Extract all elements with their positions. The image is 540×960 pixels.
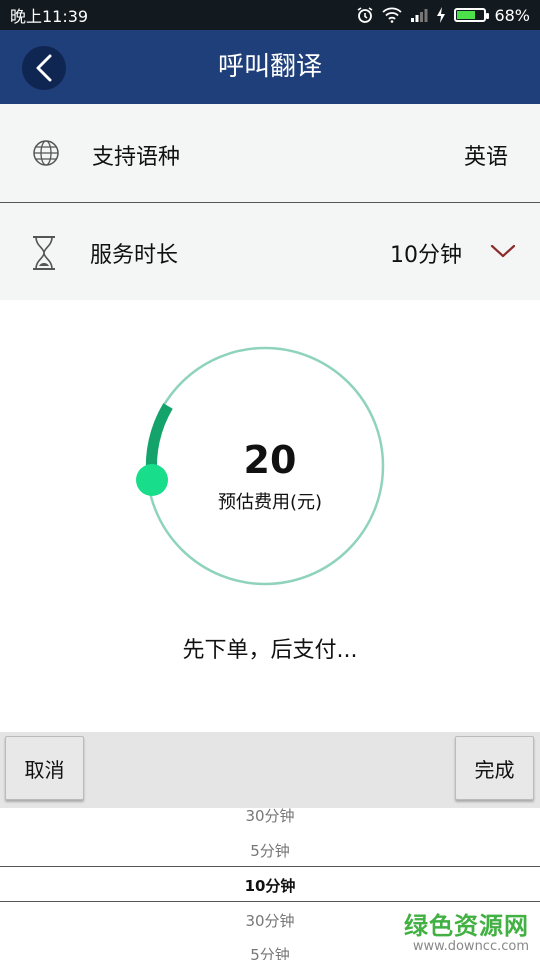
battery-percent: 68% bbox=[494, 5, 530, 25]
signal-icon bbox=[411, 9, 428, 22]
watermark-title: 绿色资源网 bbox=[404, 912, 529, 940]
duration-row[interactable]: 服务时长 10分钟 bbox=[0, 203, 540, 300]
picker-option[interactable]: 30分钟 bbox=[0, 808, 540, 826]
order-note: 先下单，后支付... bbox=[182, 638, 358, 663]
alarm-icon bbox=[357, 7, 373, 23]
done-button[interactable]: 完成 bbox=[455, 736, 534, 800]
duration-value: 10分钟 bbox=[390, 243, 462, 268]
wifi-icon bbox=[382, 7, 403, 23]
duration-label: 服务时长 bbox=[90, 243, 179, 268]
chevron-down-icon[interactable] bbox=[490, 243, 516, 259]
picker-selection-line-top bbox=[0, 866, 540, 867]
watermark-url: www.downcc.com bbox=[412, 939, 529, 954]
language-row: 支持语种 英语 bbox=[0, 104, 540, 202]
chevron-left-icon bbox=[36, 54, 52, 82]
language-value: 英语 bbox=[463, 145, 508, 170]
back-button[interactable] bbox=[22, 46, 66, 90]
cancel-button[interactable]: 取消 bbox=[5, 736, 84, 800]
battery-icon bbox=[454, 8, 490, 22]
estimated-fee-label: 预估费用(元) bbox=[217, 492, 323, 513]
charging-icon bbox=[437, 7, 446, 23]
picker-toolbar: 取消 完成 bbox=[0, 732, 540, 808]
picker-option[interactable]: 5分钟 bbox=[0, 840, 540, 861]
globe-icon bbox=[33, 140, 59, 166]
picker-option-selected[interactable]: 10分钟 bbox=[0, 875, 540, 896]
app-header: 呼叫翻译 bbox=[0, 30, 540, 104]
status-time: 晚上11:39 bbox=[10, 7, 89, 26]
picker-selection-line-bottom bbox=[0, 901, 540, 902]
watermark: 绿色资源网 www.downcc.com bbox=[404, 906, 529, 954]
status-icons: 68% bbox=[356, 6, 530, 25]
estimated-fee: 20 bbox=[243, 438, 297, 482]
language-label: 支持语种 bbox=[92, 145, 181, 170]
page-title: 呼叫翻译 bbox=[217, 52, 322, 82]
status-bar: 晚上11:39 68% bbox=[0, 0, 540, 30]
hourglass-icon bbox=[33, 236, 55, 270]
